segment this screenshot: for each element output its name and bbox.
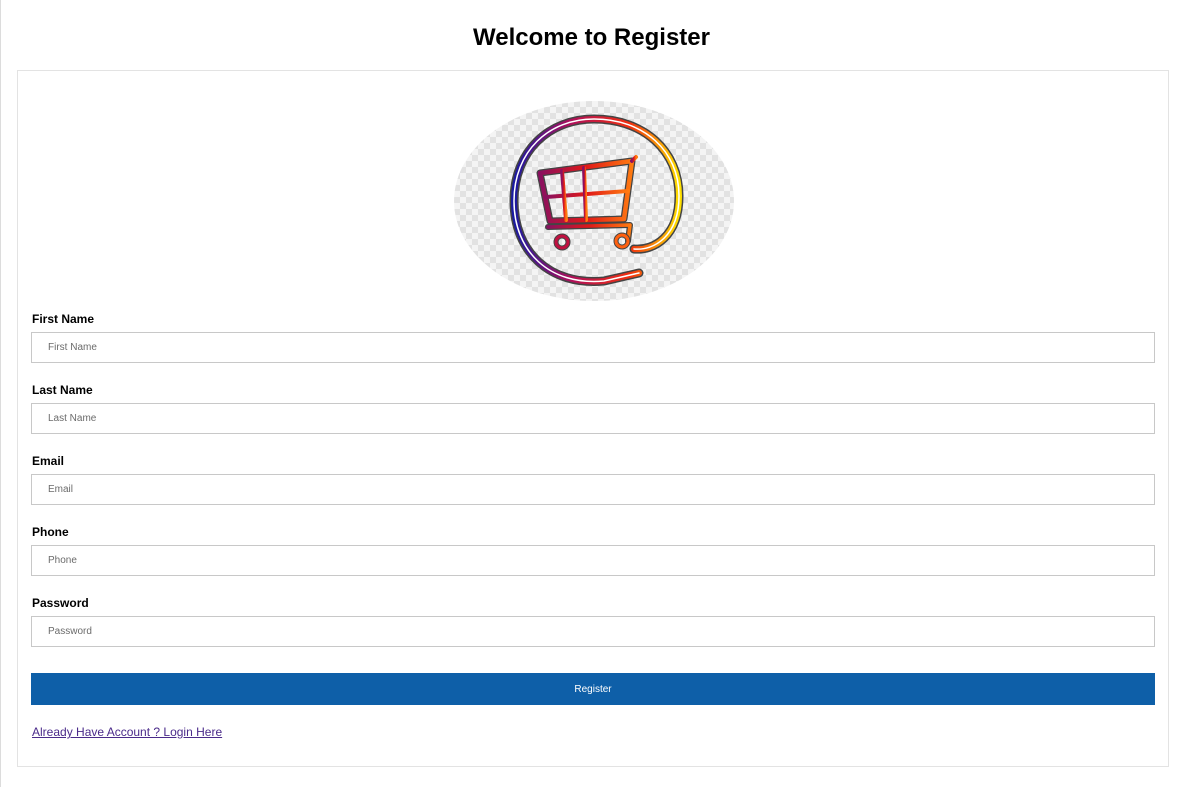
first-name-label: First Name xyxy=(32,312,95,326)
phone-field[interactable] xyxy=(31,545,1155,576)
last-name-label: Last Name xyxy=(32,383,93,397)
last-name-field[interactable] xyxy=(31,403,1155,434)
password-field[interactable] xyxy=(31,616,1155,647)
login-link[interactable]: Already Have Account ? Login Here xyxy=(32,725,222,739)
email-label: Email xyxy=(32,454,65,468)
phone-label: Phone xyxy=(32,525,69,539)
register-button[interactable]: Register xyxy=(31,673,1155,705)
email-field[interactable] xyxy=(31,474,1155,505)
shopping-cart-logo-icon xyxy=(454,101,734,301)
password-label: Password xyxy=(32,596,89,610)
register-card: First Name Last Name Email Phone Passwor… xyxy=(17,70,1169,767)
page: Welcome to Register First Name First Nam… xyxy=(0,0,1181,787)
first-name-field[interactable] xyxy=(31,332,1155,363)
page-title: Welcome to Register xyxy=(473,24,710,51)
